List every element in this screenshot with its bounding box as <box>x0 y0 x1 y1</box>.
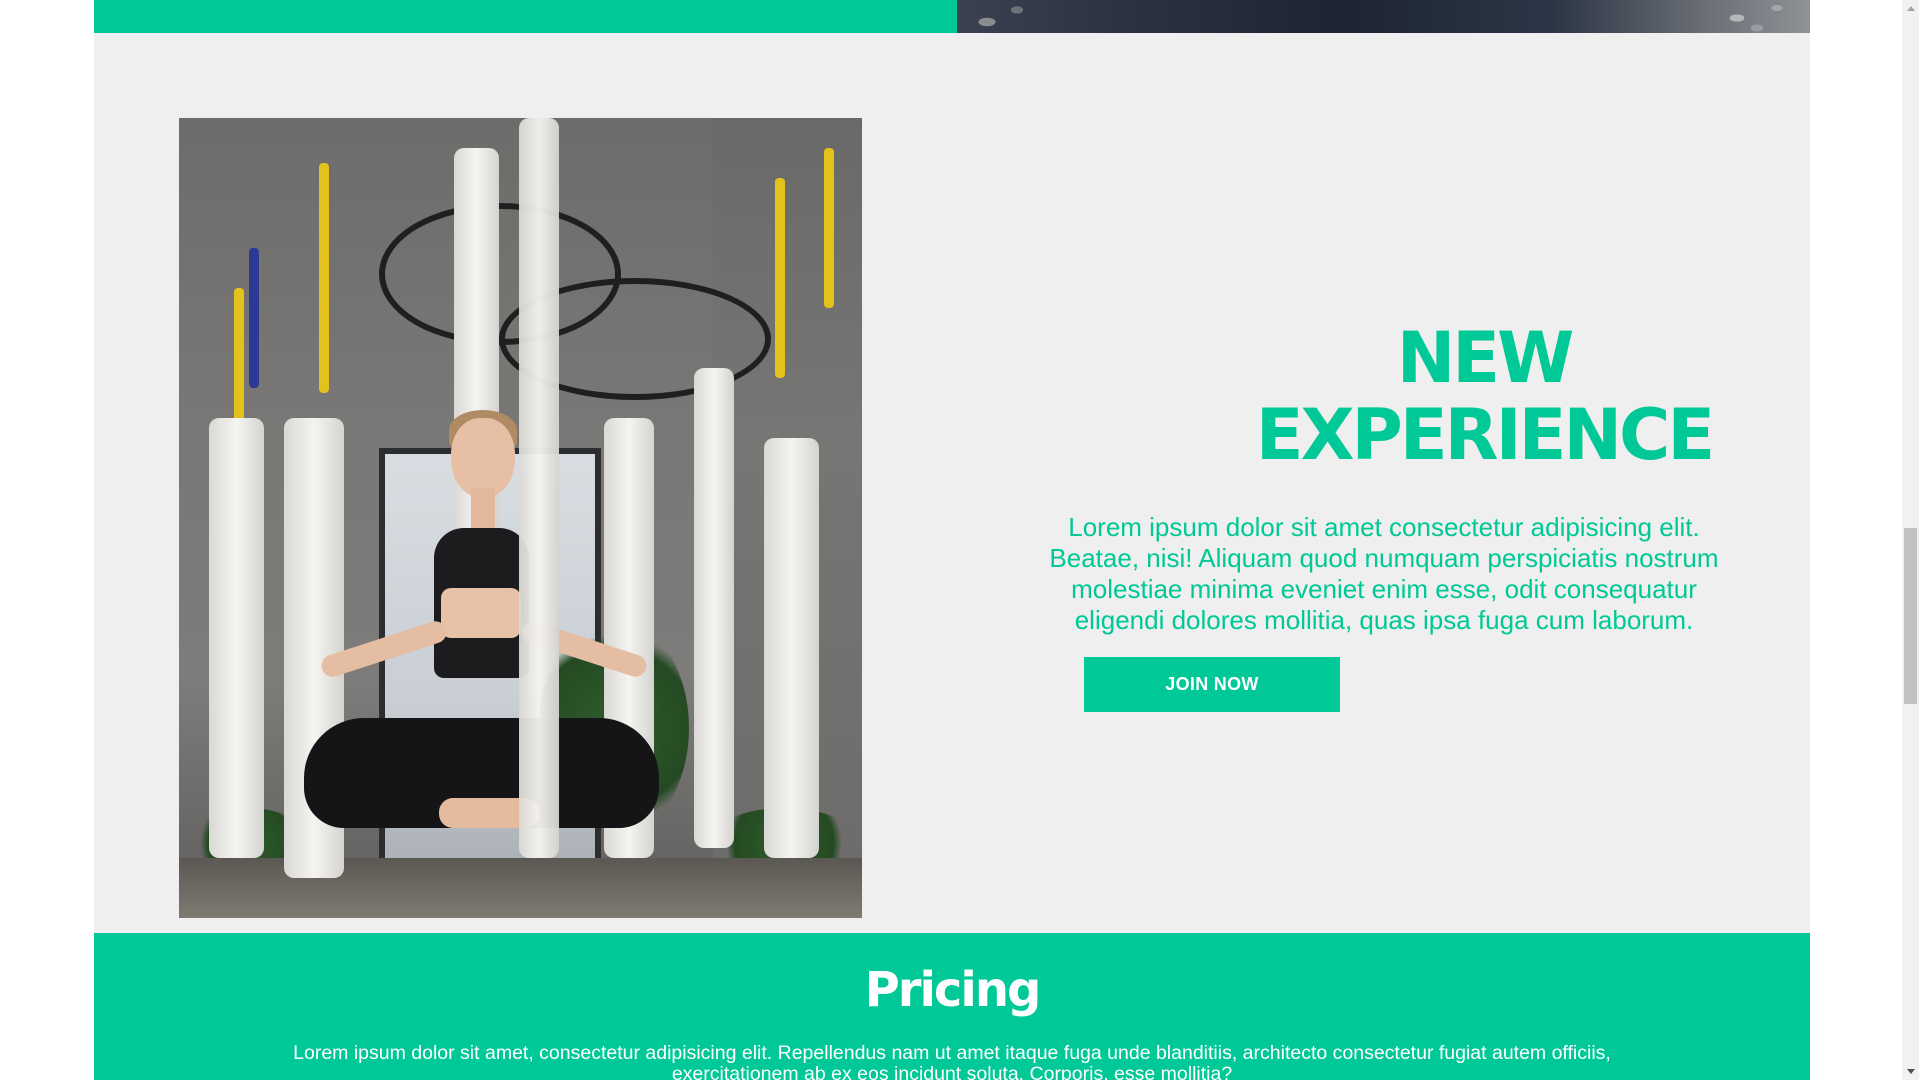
pricing-section: Pricing Lorem ipsum dolor sit amet, cons… <box>94 933 1810 1080</box>
hero-title: NEW EXPERIENCE <box>954 320 1919 474</box>
hero-title-line-2: EXPERIENCE <box>1255 394 1715 476</box>
triangle-up-icon <box>1906 6 1915 11</box>
pricing-description: Lorem ipsum dolor sit amet, consectetur … <box>293 1042 1611 1080</box>
page-scrollbar[interactable] <box>1902 0 1919 1080</box>
scroll-up-button[interactable] <box>1902 0 1919 17</box>
page-container: NEW EXPERIENCE Lorem ipsum dolor sit ame… <box>94 0 1810 1080</box>
previous-section-green-panel <box>94 0 957 33</box>
triangle-down-icon <box>1906 1069 1915 1074</box>
hero-title-line-1: NEW <box>1396 317 1575 399</box>
join-now-button[interactable]: JOIN NOW <box>1084 657 1340 712</box>
previous-section-photo <box>957 0 1810 33</box>
pricing-title: Pricing <box>864 962 1042 1018</box>
scroll-down-button[interactable] <box>1902 1063 1919 1080</box>
previous-section-strip <box>94 0 1810 33</box>
aerial-yoga-photo <box>179 118 862 918</box>
hero-description: Lorem ipsum dolor sit amet consectetur a… <box>1049 512 1719 635</box>
scrollbar-thumb[interactable] <box>1904 528 1917 704</box>
